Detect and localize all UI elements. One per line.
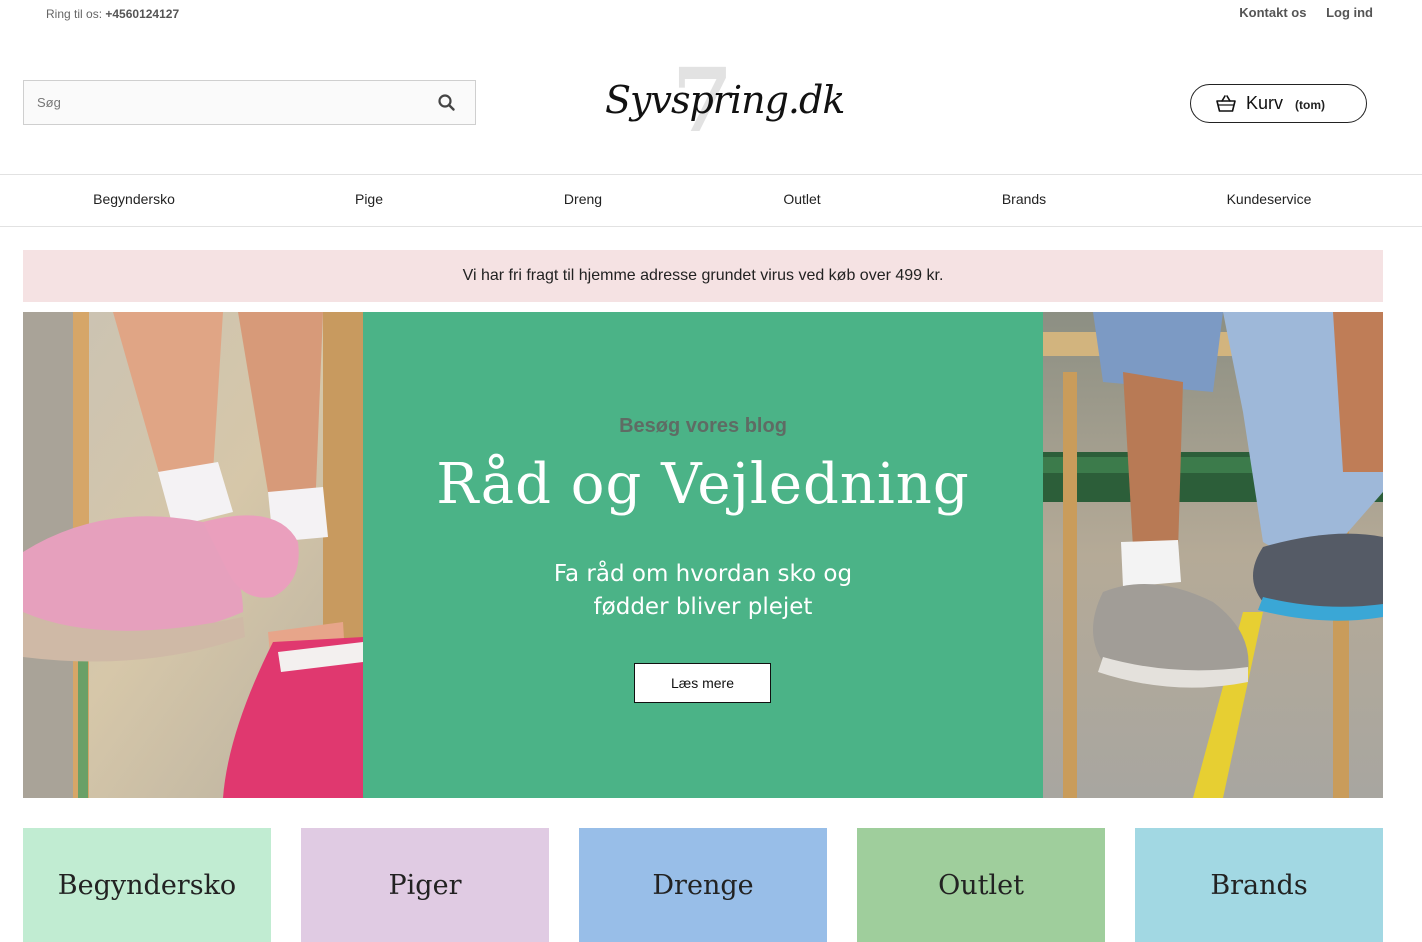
cart-count: (tom) [1295,98,1325,112]
category-label: Piger [388,870,462,901]
search-icon [438,94,455,111]
phone-info: Ring til os: +4560124127 [46,7,179,21]
nav-item-outlet[interactable]: Outlet [783,191,820,207]
category-tile-drenge[interactable]: Drenge [579,828,827,942]
hero-photo-right [1043,312,1383,798]
category-label: Drenge [652,870,754,901]
phone-number[interactable]: +4560124127 [105,7,179,21]
logo-text: Syvspring.dk [605,78,845,122]
search-input[interactable] [24,81,424,124]
category-label: Outlet [938,870,1024,901]
main-nav: Begyndersko Pige Dreng Outlet Brands Kun… [0,174,1422,227]
login-link[interactable]: Log ind [1326,5,1373,20]
shipping-notice: Vi har fri fragt til hjemme adresse grun… [23,250,1383,302]
hero-kicker: Besøg vores blog [619,415,787,437]
hero-subtitle: Fa råd om hvordan sko og fødder bliver p… [553,561,853,620]
contact-link[interactable]: Kontakt os [1239,5,1306,20]
cart-button[interactable]: Kurv (tom) [1190,84,1367,123]
top-bar: Ring til os: +4560124127 Kontakt os Log … [0,0,1422,30]
nav-item-brands[interactable]: Brands [1002,191,1046,207]
hero-heading: Råd og Vejledning [436,452,970,517]
category-tile-piger[interactable]: Piger [301,828,549,942]
category-label: Brands [1210,870,1308,901]
phone-prefix: Ring til os: [46,7,103,21]
top-links: Kontakt os Log ind [1223,5,1373,20]
nav-item-begyndersko[interactable]: Begyndersko [93,191,175,207]
nav-item-dreng[interactable]: Dreng [564,191,602,207]
site-logo[interactable]: 7 Syvspring.dk [600,56,845,144]
nav-item-pige[interactable]: Pige [355,191,383,207]
hero-banner: Besøg vores blog Råd og Vejledning Fa rå… [23,312,1383,798]
category-tile-begyndersko[interactable]: Begyndersko [23,828,271,942]
category-tile-outlet[interactable]: Outlet [857,828,1105,942]
search-box [23,80,476,125]
search-button[interactable] [437,93,457,113]
hero-photo-left [23,312,363,798]
hero-content: Besøg vores blog Råd og Vejledning Fa rå… [363,312,1043,798]
nav-item-kundeservice[interactable]: Kundeservice [1227,191,1312,207]
category-tile-brands[interactable]: Brands [1135,828,1383,942]
category-label: Begyndersko [57,870,237,901]
cart-label: Kurv [1246,93,1284,113]
basket-icon [1216,95,1236,112]
read-more-button[interactable]: Læs mere [634,663,771,703]
